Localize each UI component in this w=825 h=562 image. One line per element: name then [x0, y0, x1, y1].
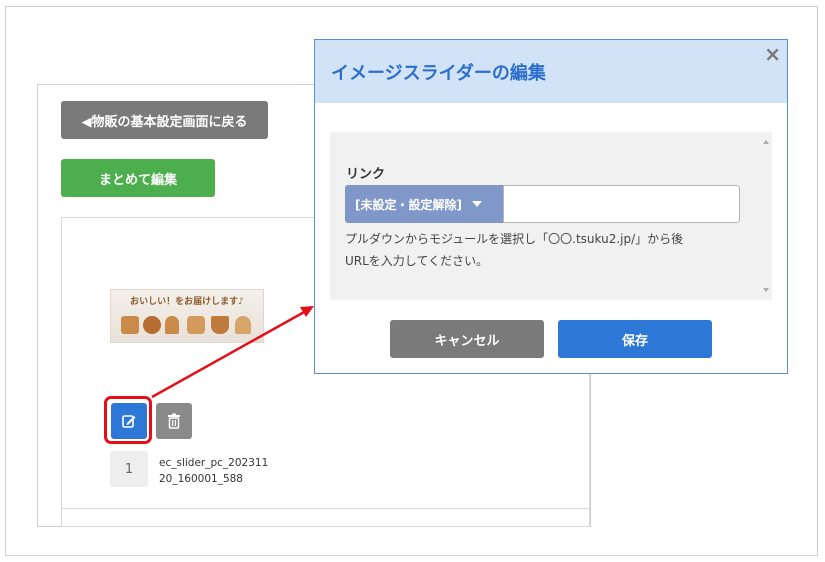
dialog-title: イメージスライダーの編集 — [331, 63, 546, 84]
save-button[interactable]: 保存 — [558, 320, 712, 358]
help-text-line: プルダウンからモジュールを選択し「〇〇.tsuku2.jp/」から後 — [345, 232, 684, 246]
link-select-value: [未設定・設定解除] — [355, 197, 462, 212]
link-url-input[interactable] — [503, 185, 740, 223]
scroll-up-icon[interactable] — [763, 140, 769, 144]
caret-down-icon — [471, 201, 482, 207]
link-label: リンク — [346, 167, 386, 182]
scroll-down-icon[interactable] — [763, 288, 769, 292]
close-icon[interactable]: × — [764, 42, 781, 66]
dialog-body: リンク [未設定・設定解除] プルダウンからモジュールを選択し「〇〇.tsuku… — [330, 132, 772, 300]
cancel-button[interactable]: キャンセル — [390, 320, 544, 358]
image-slider-edit-dialog: イメージスライダーの編集 × リンク [未設定・設定解除] プルダウンからモジュ… — [314, 39, 788, 374]
dialog-header: イメージスライダーの編集 × — [315, 40, 787, 103]
link-help-text: プルダウンからモジュールを選択し「〇〇.tsuku2.jp/」から後 URLを入… — [345, 228, 745, 272]
link-module-select[interactable]: [未設定・設定解除] — [345, 185, 503, 223]
help-text-line: URLを入力してください。 — [345, 254, 489, 268]
